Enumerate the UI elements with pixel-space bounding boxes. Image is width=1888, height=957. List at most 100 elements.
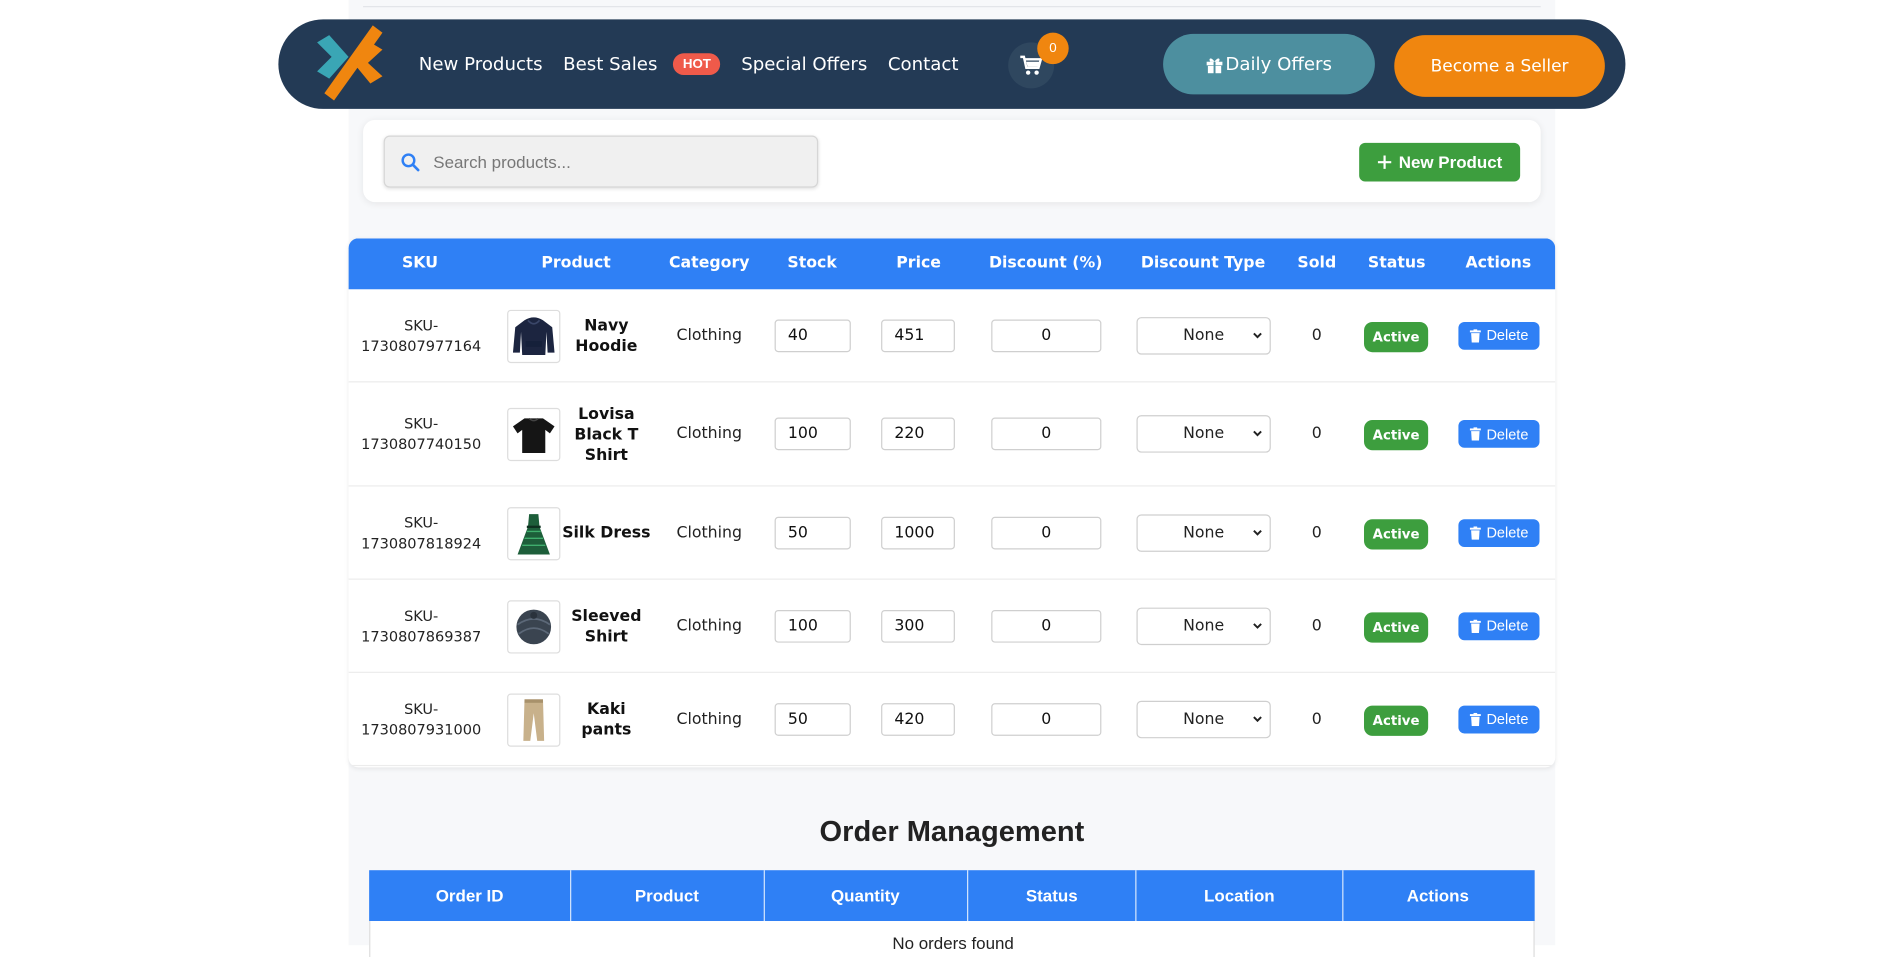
sku-cell: SKU- 1730807818924 <box>355 513 488 554</box>
product-name: Kaki pants <box>581 700 632 739</box>
stock-input[interactable] <box>774 702 851 736</box>
price-input[interactable] <box>881 609 955 643</box>
discount-input[interactable] <box>991 516 1102 549</box>
discount-type-value: None <box>1183 326 1225 345</box>
price-input[interactable] <box>881 417 955 451</box>
col-header-actions[interactable]: Actions <box>1465 238 1531 289</box>
stock-input[interactable] <box>774 609 851 643</box>
trash-icon <box>1470 525 1481 540</box>
cart-count-badge: 0 <box>1037 32 1069 65</box>
col-header-order-product[interactable]: Product <box>635 870 699 921</box>
discount-input[interactable] <box>991 417 1102 451</box>
chevron-down-icon <box>1253 622 1262 629</box>
tshirt-image <box>507 407 561 462</box>
col-header-sold[interactable]: Sold <box>1297 238 1336 289</box>
nav-link-contact[interactable]: Contact <box>888 53 959 75</box>
toolbar-card: New Product <box>363 119 1541 203</box>
col-header-location[interactable]: Location <box>1204 870 1275 921</box>
sku-number: 1730807931000 <box>361 720 482 738</box>
orders-table-body: No orders found <box>369 921 1535 957</box>
sku-prefix: SKU- <box>404 513 439 531</box>
search-input[interactable] <box>433 136 809 187</box>
col-header-stock[interactable]: Stock <box>787 238 836 289</box>
delete-label: Delete <box>1486 617 1529 635</box>
sold-cell: 0 <box>1311 523 1322 542</box>
daily-offers-label: Daily Offers <box>1225 53 1332 76</box>
category-cell: Clothing <box>676 326 742 345</box>
product-name: Sleeved Shirt <box>571 606 642 646</box>
logo-icon[interactable] <box>312 23 387 103</box>
price-input[interactable] <box>881 318 955 352</box>
sold-cell: 0 <box>1311 709 1322 728</box>
discount-type-select[interactable]: None <box>1136 606 1271 645</box>
stock-input[interactable] <box>774 417 851 451</box>
discount-input[interactable] <box>991 318 1102 352</box>
col-header-category[interactable]: Category <box>669 238 749 289</box>
delete-label: Delete <box>1486 425 1529 443</box>
column-divider <box>967 870 969 922</box>
top-divider <box>363 6 1541 8</box>
stock-input[interactable] <box>774 318 851 352</box>
price-input[interactable] <box>881 516 955 549</box>
discount-type-value: None <box>1183 523 1225 542</box>
discount-type-select[interactable]: None <box>1136 700 1271 738</box>
delete-label: Delete <box>1486 326 1529 344</box>
discount-type-select[interactable]: None <box>1136 513 1271 552</box>
sku-cell: SKU- 1730807740150 <box>355 414 488 455</box>
gift-icon <box>1207 57 1223 74</box>
sku-number: 1730807977164 <box>361 337 482 355</box>
become-seller-button[interactable]: Become a Seller <box>1394 35 1605 97</box>
hot-badge: HOT <box>673 53 721 76</box>
nav-link-special-offers[interactable]: Special Offers <box>741 53 867 75</box>
daily-offers-button[interactable]: Daily Offers <box>1163 33 1375 95</box>
trash-icon <box>1470 619 1481 633</box>
search-box[interactable] <box>383 135 819 188</box>
delete-button[interactable]: Delete <box>1458 419 1540 448</box>
discount-type-select[interactable]: None <box>1136 415 1271 453</box>
stock-input[interactable] <box>774 516 851 549</box>
col-header-product[interactable]: Product <box>541 238 610 289</box>
col-header-discount-type[interactable]: Discount Type <box>1141 238 1265 289</box>
col-header-price[interactable]: Price <box>896 238 941 289</box>
delete-button[interactable]: Delete <box>1458 704 1540 733</box>
products-table-header: SKU Product Category Stock Price Discoun… <box>348 238 1556 290</box>
navbar: New Products Best Sales HOT Special Offe… <box>278 19 1626 109</box>
col-header-order-actions[interactable]: Actions <box>1407 870 1469 921</box>
col-header-status[interactable]: Status <box>1368 238 1426 289</box>
discount-input[interactable] <box>991 702 1102 736</box>
col-header-order-status[interactable]: Status <box>1026 870 1078 921</box>
delete-label: Delete <box>1486 710 1529 728</box>
col-header-sku[interactable]: SKU <box>402 238 438 289</box>
discount-type-value: None <box>1183 616 1225 635</box>
status-badge: Active <box>1364 321 1429 352</box>
discount-input[interactable] <box>991 609 1102 643</box>
hoodie-image <box>507 309 561 363</box>
sku-cell: SKU- 1730807869387 <box>355 606 488 647</box>
sold-cell: 0 <box>1311 326 1322 345</box>
col-header-order-id[interactable]: Order ID <box>436 870 504 921</box>
col-header-discount[interactable]: Discount (%) <box>989 238 1103 289</box>
category-cell: Clothing <box>676 616 742 635</box>
sku-cell: SKU- 1730807931000 <box>355 699 488 740</box>
delete-button[interactable]: Delete <box>1458 321 1540 350</box>
column-divider <box>763 870 765 922</box>
delete-button[interactable]: Delete <box>1458 611 1540 640</box>
col-header-quantity[interactable]: Quantity <box>831 870 900 921</box>
new-product-button[interactable]: New Product <box>1359 142 1521 182</box>
sku-prefix: SKU- <box>404 700 439 718</box>
price-input[interactable] <box>881 702 955 736</box>
cart-button[interactable]: 0 <box>1008 32 1069 89</box>
sku-number: 1730807869387 <box>361 627 482 645</box>
status-badge: Active <box>1364 611 1429 643</box>
discount-type-select[interactable]: None <box>1136 316 1271 355</box>
column-divider <box>1135 870 1137 922</box>
order-management-title: Order Management <box>819 815 1085 849</box>
sku-prefix: SKU- <box>404 606 439 624</box>
nav-links: New Products Best Sales HOT Special Offe… <box>419 19 979 109</box>
pants-image <box>507 692 561 747</box>
nav-link-best-sales[interactable]: Best Sales <box>563 53 657 75</box>
chevron-down-icon <box>1253 430 1262 437</box>
nav-link-new-products[interactable]: New Products <box>419 53 543 75</box>
trash-icon <box>1470 712 1481 726</box>
delete-button[interactable]: Delete <box>1458 518 1540 547</box>
